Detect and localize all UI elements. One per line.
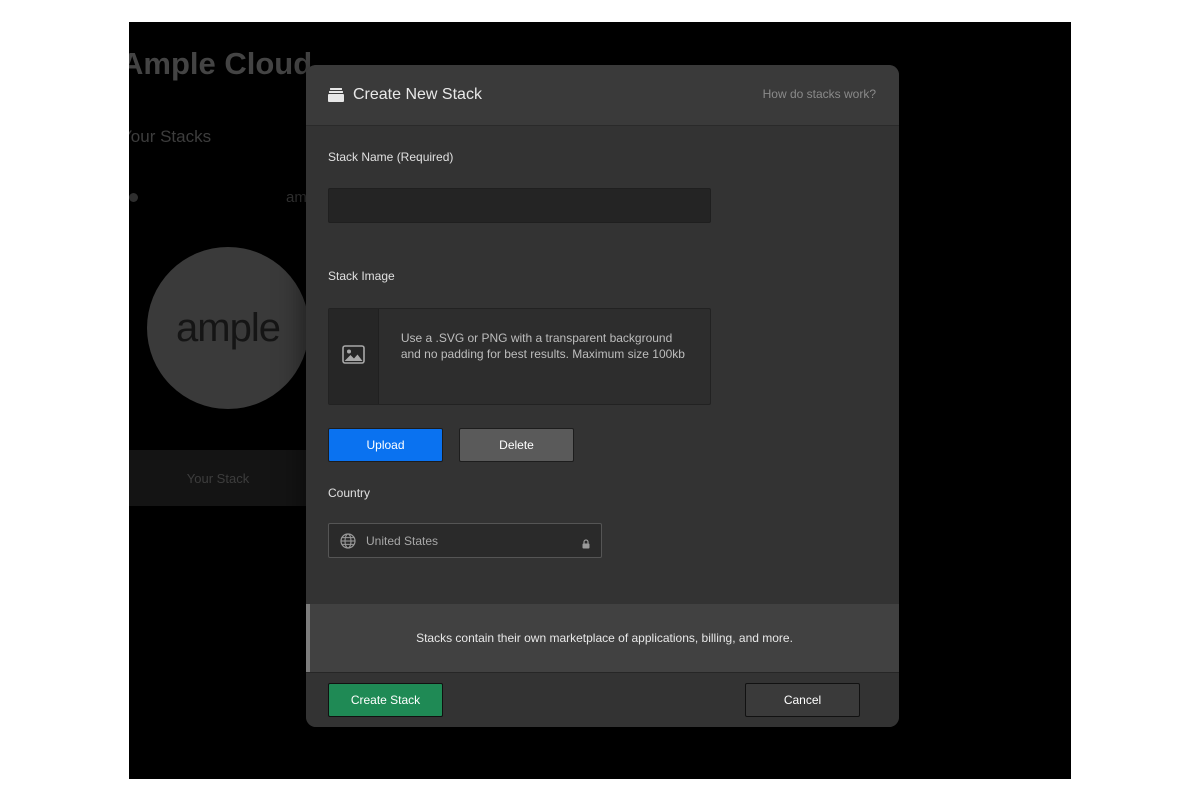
status-dot [129,193,138,202]
info-text: Stacks contain their own marketplace of … [416,631,793,645]
info-banner: Stacks contain their own marketplace of … [306,604,899,672]
upload-button[interactable]: Upload [328,428,443,462]
stack-image-label: Stack Image [328,269,395,283]
country-value: United States [366,533,439,548]
stack-icon [328,88,344,102]
delete-button[interactable]: Delete [459,428,574,462]
stack-name-label: Stack Name (Required) [328,150,454,164]
stack-logo: ample [147,247,309,409]
stack-name-input[interactable] [328,188,711,223]
stack-image-dropzone[interactable]: Use a .SVG or PNG with a transparent bac… [328,308,711,405]
lock-icon [582,536,590,548]
create-stack-button[interactable]: Create Stack [328,683,443,717]
dialog-title: Create New Stack [353,86,482,103]
country-label: Country [328,486,371,500]
dialog-header: Create New Stack How do stacks work? [306,65,899,126]
section-title: Your Stacks [129,127,212,146]
stack-logo-text: ample [176,305,281,350]
country-select[interactable]: United States [328,523,602,558]
dialog-footer: Create Stack Cancel [306,672,899,727]
how-stacks-work-link[interactable]: How do stacks work? [763,87,876,101]
stack-card-label: Your Stack [129,450,307,506]
image-preview [329,309,379,404]
create-stack-dialog: Create New Stack How do stacks work? Sta… [306,65,899,727]
background-tab-fragment: am [286,189,307,206]
cancel-button[interactable]: Cancel [745,683,860,717]
globe-icon [340,532,356,549]
app-title: Ample Cloud [129,46,313,81]
image-hint-text: Use a .SVG or PNG with a transparent bac… [400,331,685,361]
image-icon [342,344,365,369]
